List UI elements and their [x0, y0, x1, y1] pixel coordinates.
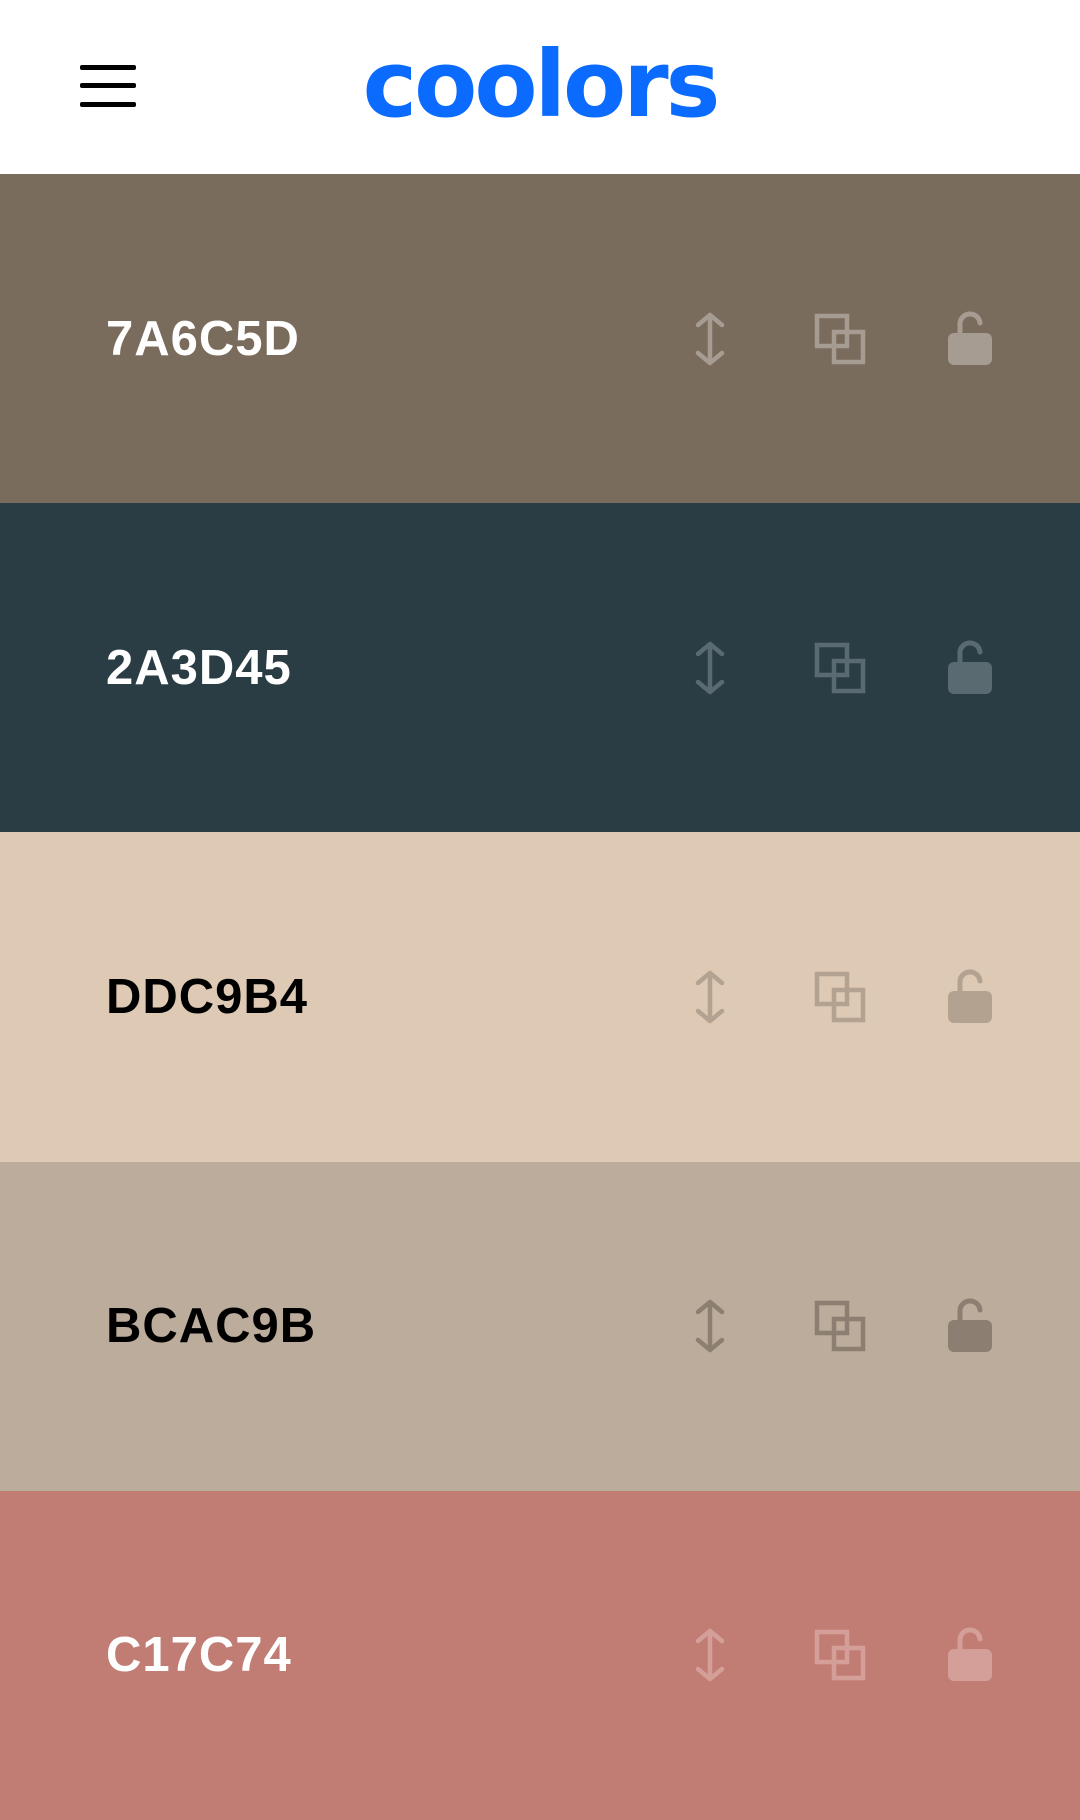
coolors-logo[interactable]: coolors [340, 32, 740, 142]
drag-vertical-icon [695, 1299, 725, 1353]
drag-button[interactable] [675, 304, 745, 374]
unlock-icon [948, 311, 992, 365]
color-swatch[interactable]: 2A3D45 [0, 503, 1080, 833]
copy-button[interactable] [805, 1291, 875, 1361]
drag-vertical-icon [695, 312, 725, 365]
logo-text: coolors [363, 32, 718, 138]
hex-code[interactable]: 7A6C5D [106, 311, 300, 367]
lock-button[interactable] [935, 1620, 1005, 1690]
copy-icon [814, 313, 866, 364]
copy-button[interactable] [805, 1620, 875, 1690]
copy-icon [814, 642, 866, 694]
color-swatch[interactable]: DDC9B4 [0, 832, 1080, 1162]
menu-button[interactable] [64, 48, 152, 124]
copy-icon [814, 1300, 866, 1352]
color-swatch[interactable]: BCAC9B [0, 1161, 1080, 1491]
color-swatch[interactable]: C17C74 [0, 1490, 1080, 1820]
unlock-icon [948, 1627, 992, 1682]
color-swatch[interactable]: 7A6C5D [0, 174, 1080, 504]
drag-button[interactable] [675, 1620, 745, 1690]
copy-button[interactable] [805, 304, 875, 374]
lock-button[interactable] [935, 1291, 1005, 1361]
copy-button[interactable] [805, 962, 875, 1032]
drag-vertical-icon [695, 970, 725, 1024]
unlock-icon [948, 640, 992, 694]
lock-button[interactable] [935, 304, 1005, 374]
copy-icon [814, 971, 866, 1023]
copy-button[interactable] [805, 633, 875, 703]
drag-button[interactable] [675, 962, 745, 1032]
hex-code[interactable]: DDC9B4 [106, 969, 308, 1025]
drag-button[interactable] [675, 633, 745, 703]
app-header: coolors [0, 0, 1080, 174]
drag-vertical-icon [695, 1629, 725, 1682]
lock-button[interactable] [935, 633, 1005, 703]
unlock-icon [948, 1298, 992, 1353]
drag-button[interactable] [675, 1291, 745, 1361]
palette: 7A6C5D 2A3D45 DDC9B4 BCAC9B C17C74 [0, 174, 1080, 1820]
hamburger-icon [80, 65, 136, 107]
drag-vertical-icon [695, 641, 725, 695]
lock-button[interactable] [935, 962, 1005, 1032]
unlock-icon [948, 969, 992, 1023]
copy-icon [814, 1630, 866, 1681]
hex-code[interactable]: BCAC9B [106, 1298, 316, 1354]
hex-code[interactable]: C17C74 [106, 1627, 292, 1683]
hex-code[interactable]: 2A3D45 [106, 640, 292, 696]
